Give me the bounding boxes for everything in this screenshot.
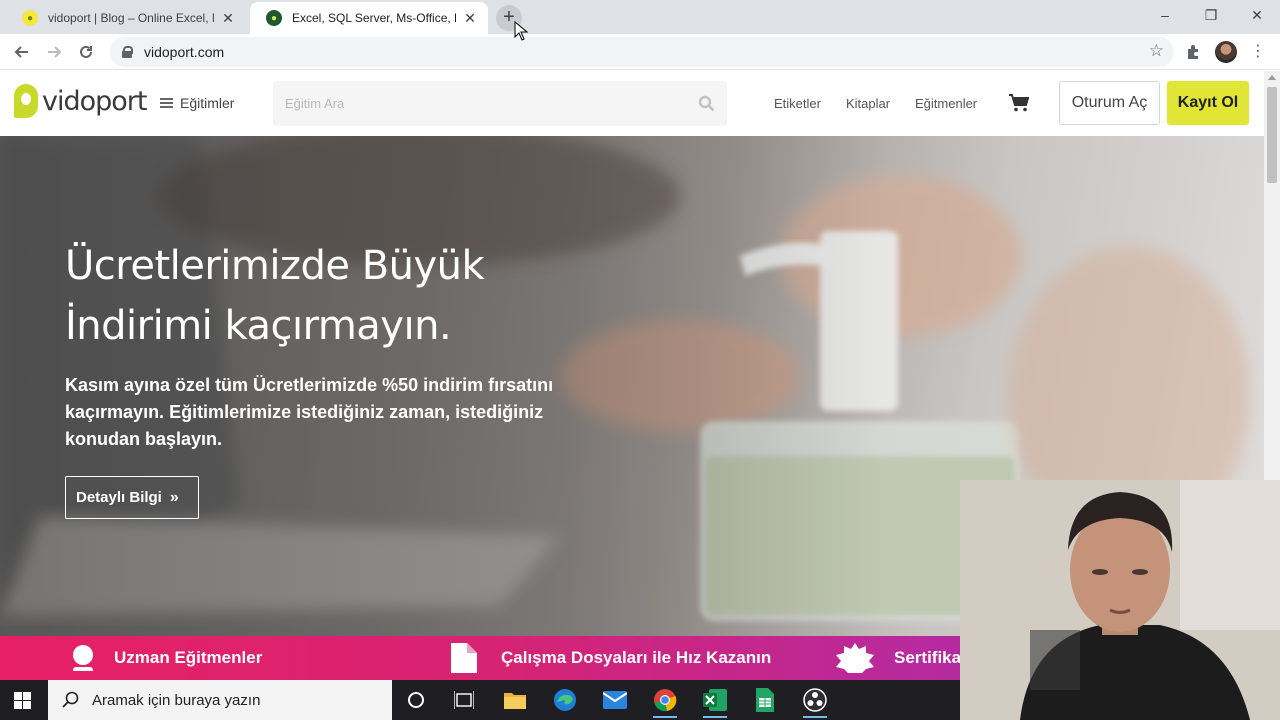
forward-icon[interactable] — [40, 38, 68, 66]
minimize-button[interactable]: – — [1142, 4, 1188, 28]
nav-link-instructors[interactable]: Eğitmenler — [915, 96, 977, 111]
signup-button[interactable]: Kayıt Ol — [1167, 81, 1249, 125]
badge-icon — [836, 643, 874, 673]
course-search — [273, 81, 727, 126]
scroll-up-arrow-icon[interactable] — [1268, 75, 1276, 80]
close-icon[interactable]: ✕ — [220, 10, 236, 27]
logo-mark-icon — [14, 84, 38, 118]
tab-home[interactable]: ● Excel, SQL Server, Ms-Office, Libr ✕ — [250, 2, 488, 34]
tab-strip: ● vidoport | Blog – Online Excel, M ✕ ● … — [0, 0, 1280, 34]
sheets-icon[interactable] — [747, 685, 783, 715]
bookmark-star-icon[interactable]: ☆ — [1149, 41, 1164, 61]
edge-icon[interactable] — [547, 685, 583, 715]
windows-start-icon[interactable] — [14, 692, 31, 709]
hero-subtitle: Kasım ayına özel tüm Ücretlerimizde %50 … — [65, 375, 554, 449]
scroll-thumb[interactable] — [1267, 87, 1277, 183]
close-icon[interactable]: ✕ — [462, 10, 478, 27]
feature-label: Uzman Eğitmenler — [114, 648, 263, 667]
address-bar[interactable]: vidoport.com ☆ — [110, 37, 1174, 67]
profile-avatar[interactable] — [1215, 41, 1237, 63]
login-button[interactable]: Oturum Aç — [1059, 81, 1160, 125]
site-logo[interactable]: vidoport — [14, 84, 147, 118]
site-header: vidoport Eğitimler Etiketler Kitaplar Eğ… — [0, 71, 1264, 136]
taskbar-search[interactable]: Aramak için buraya yazın — [48, 680, 392, 720]
windows-taskbar: Aramak için buraya yazın — [0, 680, 960, 720]
restore-button[interactable]: ❐ — [1188, 4, 1234, 28]
details-button-label: Detaylı Bilgi — [76, 489, 162, 506]
kebab-menu-icon[interactable]: ⋮ — [1246, 40, 1270, 64]
url-text: vidoport.com — [144, 44, 225, 60]
obs-icon[interactable] — [797, 685, 833, 718]
hero-title: Ücretlerimizde Büyük İndirimi kaçırmayın… — [65, 243, 485, 349]
mail-icon[interactable] — [597, 685, 633, 715]
logo-text: vidoport — [42, 85, 147, 117]
user-icon — [73, 645, 93, 671]
tab-title: Excel, SQL Server, Ms-Office, Libr — [292, 11, 456, 25]
extensions-icon[interactable] — [1181, 40, 1205, 64]
feature-label: Çalışma Dosyaları ile Hız Kazanın — [501, 648, 772, 667]
task-view-icon[interactable] — [446, 685, 482, 715]
feature-certificate: Sertifika — [834, 636, 961, 680]
courses-menu-button[interactable]: Eğitimler — [160, 95, 234, 111]
double-chevron-right-icon: » — [169, 488, 179, 506]
cortana-icon[interactable] — [398, 685, 434, 715]
webcam-person-image — [960, 480, 1280, 720]
tab-blog[interactable]: ● vidoport | Blog – Online Excel, M ✕ — [6, 2, 246, 34]
taskbar-search-placeholder: Aramak için buraya yazın — [92, 691, 261, 709]
back-icon[interactable] — [8, 38, 36, 66]
tab-title: vidoport | Blog – Online Excel, M — [48, 11, 214, 25]
search-icon — [62, 691, 79, 708]
search-input[interactable] — [273, 81, 673, 126]
file-icon — [451, 643, 477, 673]
vidoport-favicon: ● — [22, 10, 38, 26]
vidoport-green-favicon: ● — [266, 10, 282, 26]
cart-icon[interactable] — [1009, 94, 1029, 112]
feature-workfiles: Çalışma Dosyaları ile Hız Kazanın — [449, 636, 771, 680]
file-explorer-icon[interactable] — [497, 685, 533, 715]
excel-icon[interactable] — [697, 685, 733, 718]
window-close-button[interactable]: ✕ — [1234, 4, 1280, 28]
details-button[interactable]: Detaylı Bilgi » — [65, 476, 199, 519]
reload-icon[interactable] — [72, 38, 100, 66]
nav-link-tags[interactable]: Etiketler — [774, 96, 821, 111]
webcam-overlay — [960, 480, 1280, 720]
feature-experts: Uzman Eğitmenler — [70, 636, 262, 680]
feature-label: Sertifika — [894, 648, 962, 667]
browser-toolbar: vidoport.com ☆ ⋮ — [0, 34, 1280, 70]
courses-menu-label: Eğitimler — [180, 95, 235, 111]
hamburger-icon — [160, 98, 173, 108]
nav-link-books[interactable]: Kitaplar — [846, 96, 890, 111]
mouse-cursor-icon — [514, 21, 528, 41]
search-icon[interactable] — [698, 95, 715, 112]
chrome-icon[interactable] — [647, 685, 683, 718]
lock-icon — [122, 46, 133, 58]
